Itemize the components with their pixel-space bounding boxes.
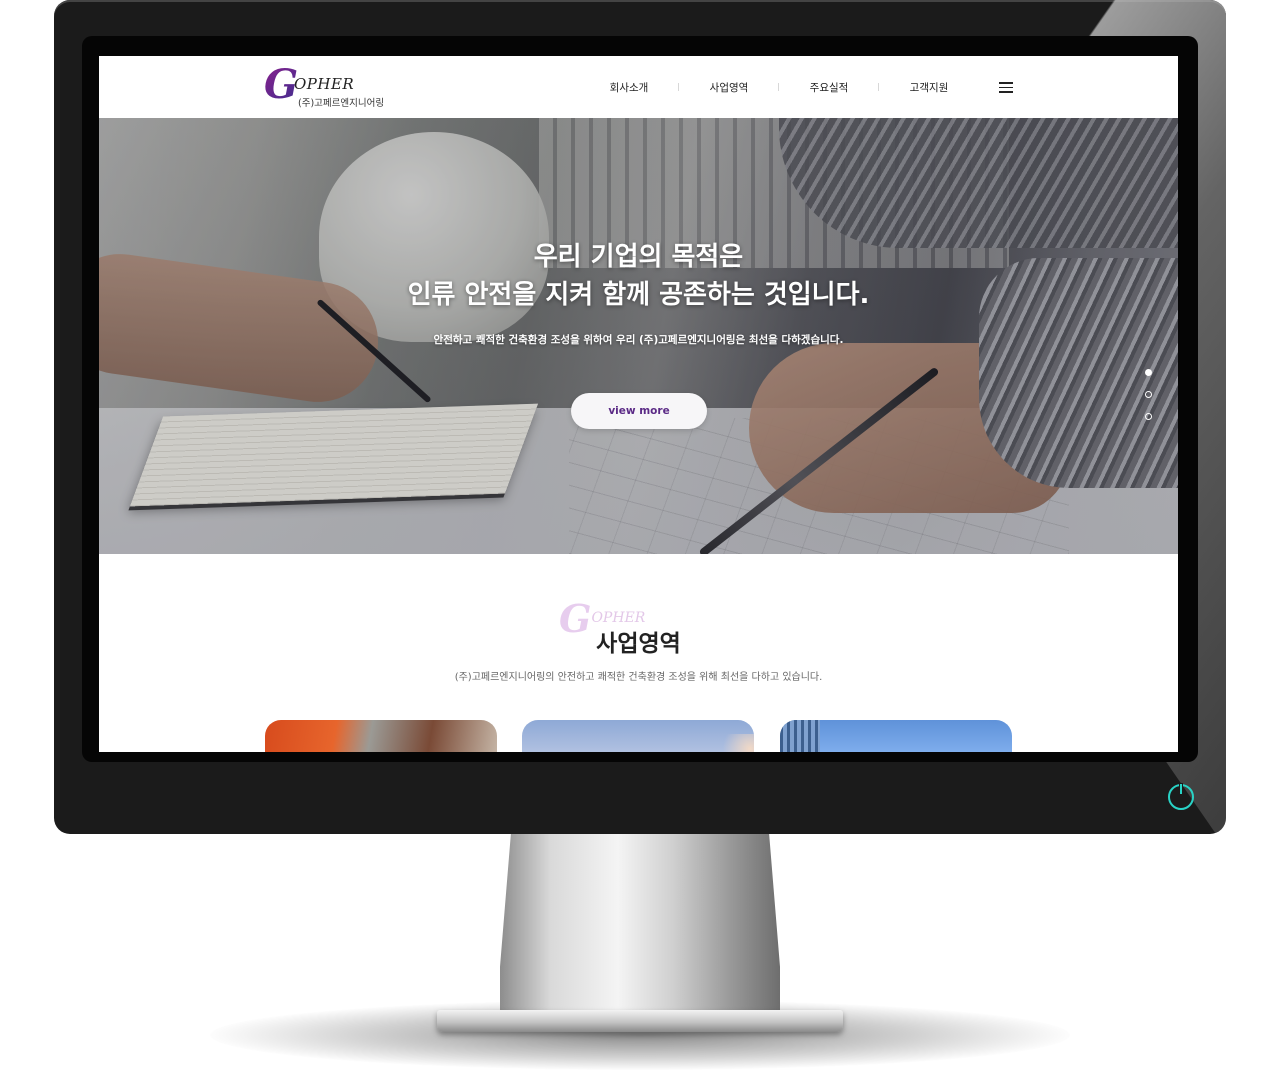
business-card-2[interactable] <box>522 720 754 752</box>
nav-label: 사업영역 <box>709 81 749 94</box>
business-card-3[interactable] <box>780 720 1012 752</box>
nav-item-support[interactable]: 고객지원 <box>879 80 979 95</box>
hero-subtitle: 안전하고 쾌적한 건축환경 조성을 위하여 우리 (주)고페르엔지니어링은 최선… <box>433 334 844 346</box>
section-description: (주)고페르엔지니어링의 안전하고 쾌적한 건축환경 조성을 위해 최선을 다하… <box>454 672 823 683</box>
nav-label: 주요실적 <box>809 81 849 94</box>
section-title: 사업영역 <box>596 631 681 657</box>
nav-label: 회사소개 <box>609 81 649 94</box>
logo-wordmark: OPHER <box>294 75 355 93</box>
hero-title-line1: 우리 기업의 목적은 <box>533 242 744 272</box>
gopher-logo[interactable]: G OPHER (주)고페르엔지니어링 <box>264 62 394 112</box>
hero-title: 우리 기업의 목적은 인류 안전을 지켜 함께 공존하는 것입니다. <box>99 238 1178 314</box>
nav-item-results[interactable]: 주요실적 <box>779 80 879 95</box>
view-more-button[interactable]: view more <box>571 393 707 429</box>
nav-item-company[interactable]: 회사소개 <box>579 80 679 95</box>
logo-company-name: (주)고페르엔지니어링 <box>298 98 385 109</box>
slide-dot-1[interactable] <box>1145 369 1152 376</box>
main-nav: 회사소개 사업영역 주요실적 고객지원 <box>579 56 979 118</box>
slide-dot-2[interactable] <box>1145 391 1152 398</box>
nav-item-business[interactable]: 사업영역 <box>679 80 779 95</box>
website-screen: G OPHER (주)고페르엔지니어링 회사소개 사업영역 주요실적 고객지원 … <box>99 56 1178 752</box>
site-header: G OPHER (주)고페르엔지니어링 회사소개 사업영역 주요실적 고객지원 <box>99 56 1178 119</box>
power-icon[interactable] <box>1168 783 1194 810</box>
monitor-stand <box>500 830 780 1020</box>
monitor-mockup: G OPHER (주)고페르엔지니어링 회사소개 사업영역 주요실적 고객지원 … <box>0 0 1280 1088</box>
hero-slider: 우리 기업의 목적은 인류 안전을 지켜 함께 공존하는 것입니다. 안전하고 … <box>99 118 1178 554</box>
hamburger-menu-icon[interactable] <box>999 82 1013 93</box>
monitor-stand-base <box>437 1010 843 1032</box>
hero-title-line2: 인류 안전을 지켜 함께 공존하는 것입니다. <box>407 280 870 310</box>
nav-label: 고객지원 <box>909 81 949 94</box>
business-card-1[interactable] <box>265 720 497 752</box>
slide-dot-3[interactable] <box>1145 413 1152 420</box>
